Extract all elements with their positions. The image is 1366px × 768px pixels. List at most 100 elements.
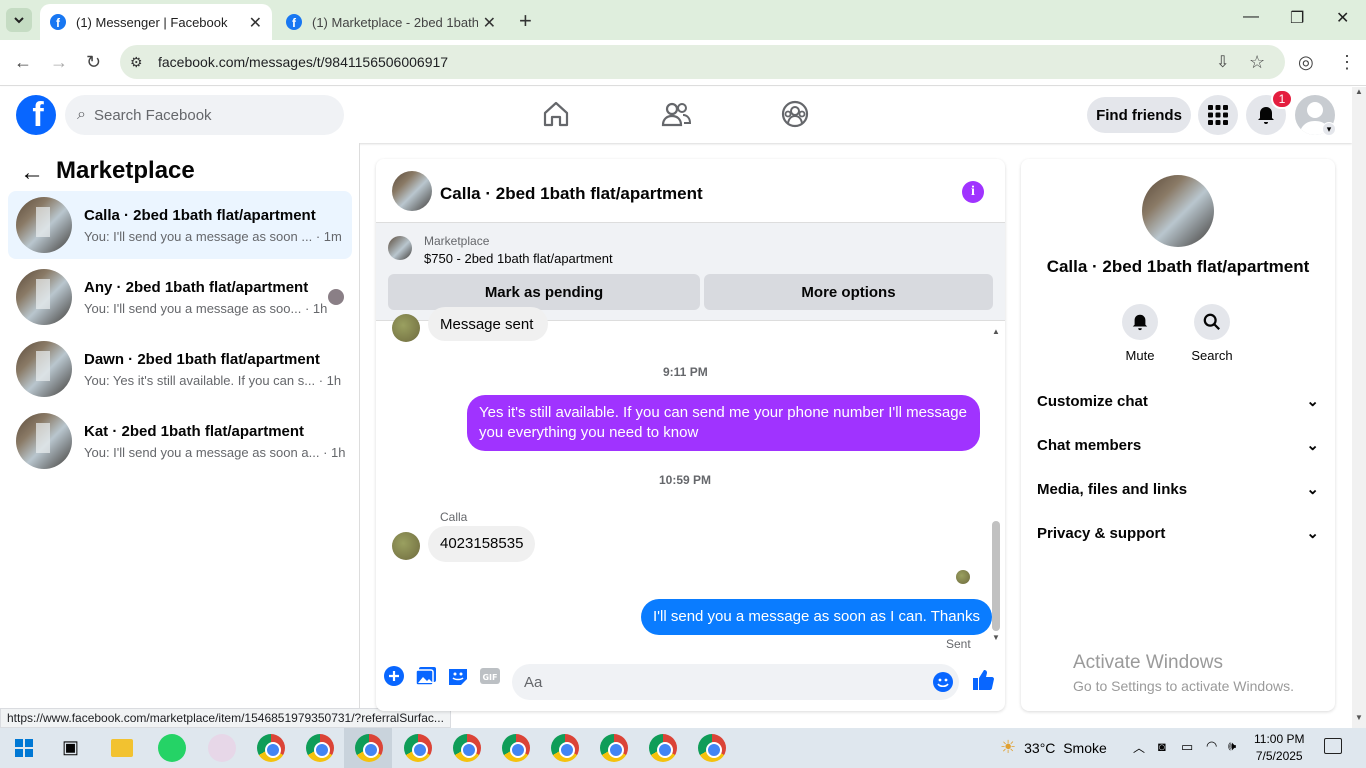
paint-app-icon[interactable]: [208, 734, 236, 762]
url-text: facebook.com/messages/t/9841156506006917: [158, 54, 449, 70]
close-window-icon[interactable]: ✕: [1336, 8, 1349, 28]
listing-thumbnail[interactable]: [388, 236, 412, 260]
close-tab-icon[interactable]: ✕: [483, 13, 496, 33]
message-bubble-incoming-partial: Message sent: [428, 307, 548, 341]
chevron-down-icon: ⌄: [1306, 481, 1319, 498]
privacy-support-section[interactable]: Privacy & support ⌄: [1037, 513, 1319, 553]
plus-circle-icon[interactable]: [383, 665, 405, 687]
mark-as-pending-button[interactable]: Mark as pending: [388, 274, 700, 310]
chrome-icon[interactable]: [649, 734, 677, 762]
browser-tab-bar: f (1) Messenger | Facebook ✕ f (1) Marke…: [0, 0, 1366, 40]
conversation-item-any[interactable]: Any · 2bed 1bath flat/apartment You: I'l…: [8, 263, 352, 331]
chevron-down-icon: ⌄: [1306, 393, 1319, 410]
home-icon[interactable]: [541, 99, 571, 129]
info-icon[interactable]: i: [962, 181, 984, 203]
tray-chevron-up-icon[interactable]: ︿: [1133, 739, 1145, 756]
camera-icon[interactable]: ◙: [1158, 739, 1166, 754]
chrome-icon[interactable]: [551, 734, 579, 762]
reload-icon[interactable]: ↻: [86, 52, 101, 73]
chrome-icon[interactable]: [257, 734, 285, 762]
chrome-icon[interactable]: [355, 734, 383, 762]
listing-thumbnail: [16, 413, 72, 469]
notification-badge: 1: [1271, 89, 1293, 109]
conversation-item-kat[interactable]: Kat · 2bed 1bath flat/apartment You: I'l…: [8, 407, 352, 475]
search-facebook-input[interactable]: ⌕ Search Facebook: [65, 95, 344, 135]
search-in-conversation-button[interactable]: Search: [1182, 304, 1242, 363]
media-files-links-section[interactable]: Media, files and links ⌄: [1037, 469, 1319, 509]
message-scrollbar[interactable]: ▲ ▼: [990, 327, 1002, 645]
page-scrollbar[interactable]: ▲ ▼: [1352, 87, 1366, 728]
profile-icon[interactable]: ◎: [1298, 52, 1314, 73]
minimize-icon[interactable]: —: [1243, 8, 1259, 26]
back-icon[interactable]: ←: [14, 52, 32, 73]
system-clock[interactable]: 11:00 PM 7/5/2025: [1254, 731, 1304, 765]
gif-icon[interactable]: GIF: [479, 665, 501, 687]
conversation-item-dawn[interactable]: Dawn · 2bed 1bath flat/apartment You: Ye…: [8, 335, 352, 403]
conversation-name: Any · 2bed 1bath flat/apartment: [84, 279, 309, 296]
tab-messenger[interactable]: f (1) Messenger | Facebook ✕: [40, 4, 272, 40]
wifi-icon[interactable]: ◠: [1206, 738, 1217, 754]
facebook-logo[interactable]: f: [16, 95, 56, 135]
sender-name: Calla: [440, 510, 468, 524]
info-avatar[interactable]: [1142, 175, 1214, 247]
windows-start-icon[interactable]: [15, 739, 33, 757]
chat-members-section[interactable]: Chat members ⌄: [1037, 425, 1319, 465]
new-tab-button[interactable]: +: [519, 8, 532, 34]
close-tab-icon[interactable]: ✕: [249, 13, 262, 33]
search-label: Search: [1191, 348, 1233, 363]
chrome-icon[interactable]: [600, 734, 628, 762]
address-bar[interactable]: ⚙ facebook.com/messages/t/98411565060069…: [120, 45, 1285, 79]
weather-widget[interactable]: ☀ 33°C Smoke: [1000, 737, 1107, 758]
message-input[interactable]: Aa: [512, 664, 959, 700]
task-view-icon[interactable]: ▣: [62, 737, 79, 758]
chat-title[interactable]: Calla · 2bed 1bath flat/apartment: [440, 184, 703, 204]
emoji-icon[interactable]: [932, 671, 954, 693]
chrome-icon[interactable]: [306, 734, 334, 762]
friends-icon[interactable]: [661, 99, 691, 129]
install-app-icon[interactable]: ⇩: [1216, 52, 1229, 72]
panel-title: Marketplace: [56, 157, 195, 184]
whatsapp-icon[interactable]: [158, 734, 186, 762]
file-explorer-icon[interactable]: [111, 739, 133, 757]
forward-icon[interactable]: →: [50, 52, 68, 73]
tab-marketplace[interactable]: f (1) Marketplace - 2bed 1bath fl ✕: [276, 4, 506, 40]
chrome-icon[interactable]: [453, 734, 481, 762]
customize-chat-section[interactable]: Customize chat ⌄: [1037, 381, 1319, 421]
facebook-header: f ⌕ Search Facebook Find friends: [0, 87, 1352, 143]
restore-icon[interactable]: ❐: [1290, 8, 1304, 28]
more-options-button[interactable]: More options: [704, 274, 993, 310]
site-info-icon[interactable]: ⚙: [130, 54, 152, 71]
battery-icon[interactable]: ▭: [1181, 739, 1193, 755]
bookmark-star-icon[interactable]: ☆: [1249, 52, 1265, 73]
status-bar-url: https://www.facebook.com/marketplace/ite…: [0, 708, 451, 728]
chrome-icon[interactable]: [502, 734, 530, 762]
search-icon: ⌕: [77, 106, 86, 123]
marketplace-conversations-panel: ← Marketplace Calla · 2bed 1bath flat/ap…: [0, 143, 360, 728]
thumbs-up-icon[interactable]: [972, 669, 994, 691]
volume-icon[interactable]: 🕪: [1228, 738, 1236, 754]
tab-title: (1) Marketplace - 2bed 1bath fl: [312, 14, 478, 30]
conversation-name: Calla · 2bed 1bath flat/apartment: [84, 207, 316, 224]
groups-icon[interactable]: [780, 99, 810, 129]
account-chevron-icon[interactable]: ▾: [1322, 122, 1336, 136]
message-bubble-outgoing[interactable]: I'll send you a message as soon as I can…: [641, 599, 992, 635]
activate-windows-watermark: Activate Windows Go to Settings to activ…: [1073, 652, 1294, 694]
menu-kebab-icon[interactable]: ⋮: [1338, 52, 1356, 73]
menu-button[interactable]: [1198, 95, 1238, 135]
listing-title[interactable]: $750 - 2bed 1bath flat/apartment: [424, 251, 613, 266]
message-bubble-outgoing[interactable]: Yes it's still available. If you can sen…: [467, 395, 980, 451]
chrome-icon[interactable]: [404, 734, 432, 762]
notification-center-icon[interactable]: [1324, 738, 1342, 754]
mute-button[interactable]: Mute: [1110, 304, 1170, 363]
browser-toolbar: ← → ↻ ⚙ facebook.com/messages/t/98411565…: [0, 40, 1366, 86]
back-arrow-icon[interactable]: ←: [20, 159, 44, 187]
sticker-icon[interactable]: [447, 665, 469, 687]
message-bubble-incoming[interactable]: 4023158535: [428, 526, 536, 562]
tab-search-button[interactable]: [6, 8, 32, 32]
photo-icon[interactable]: [415, 665, 437, 687]
find-friends-button[interactable]: Find friends: [1087, 97, 1191, 133]
conversation-item-calla[interactable]: Calla · 2bed 1bath flat/apartment You: I…: [8, 191, 352, 259]
chat-avatar[interactable]: [392, 171, 432, 211]
chrome-icon[interactable]: [698, 734, 726, 762]
windows-taskbar: ▣ ☀ 33°C Smoke ︿ ◙ ▭ ◠ 🕪 11:00 PM 7/5/20…: [0, 728, 1366, 768]
